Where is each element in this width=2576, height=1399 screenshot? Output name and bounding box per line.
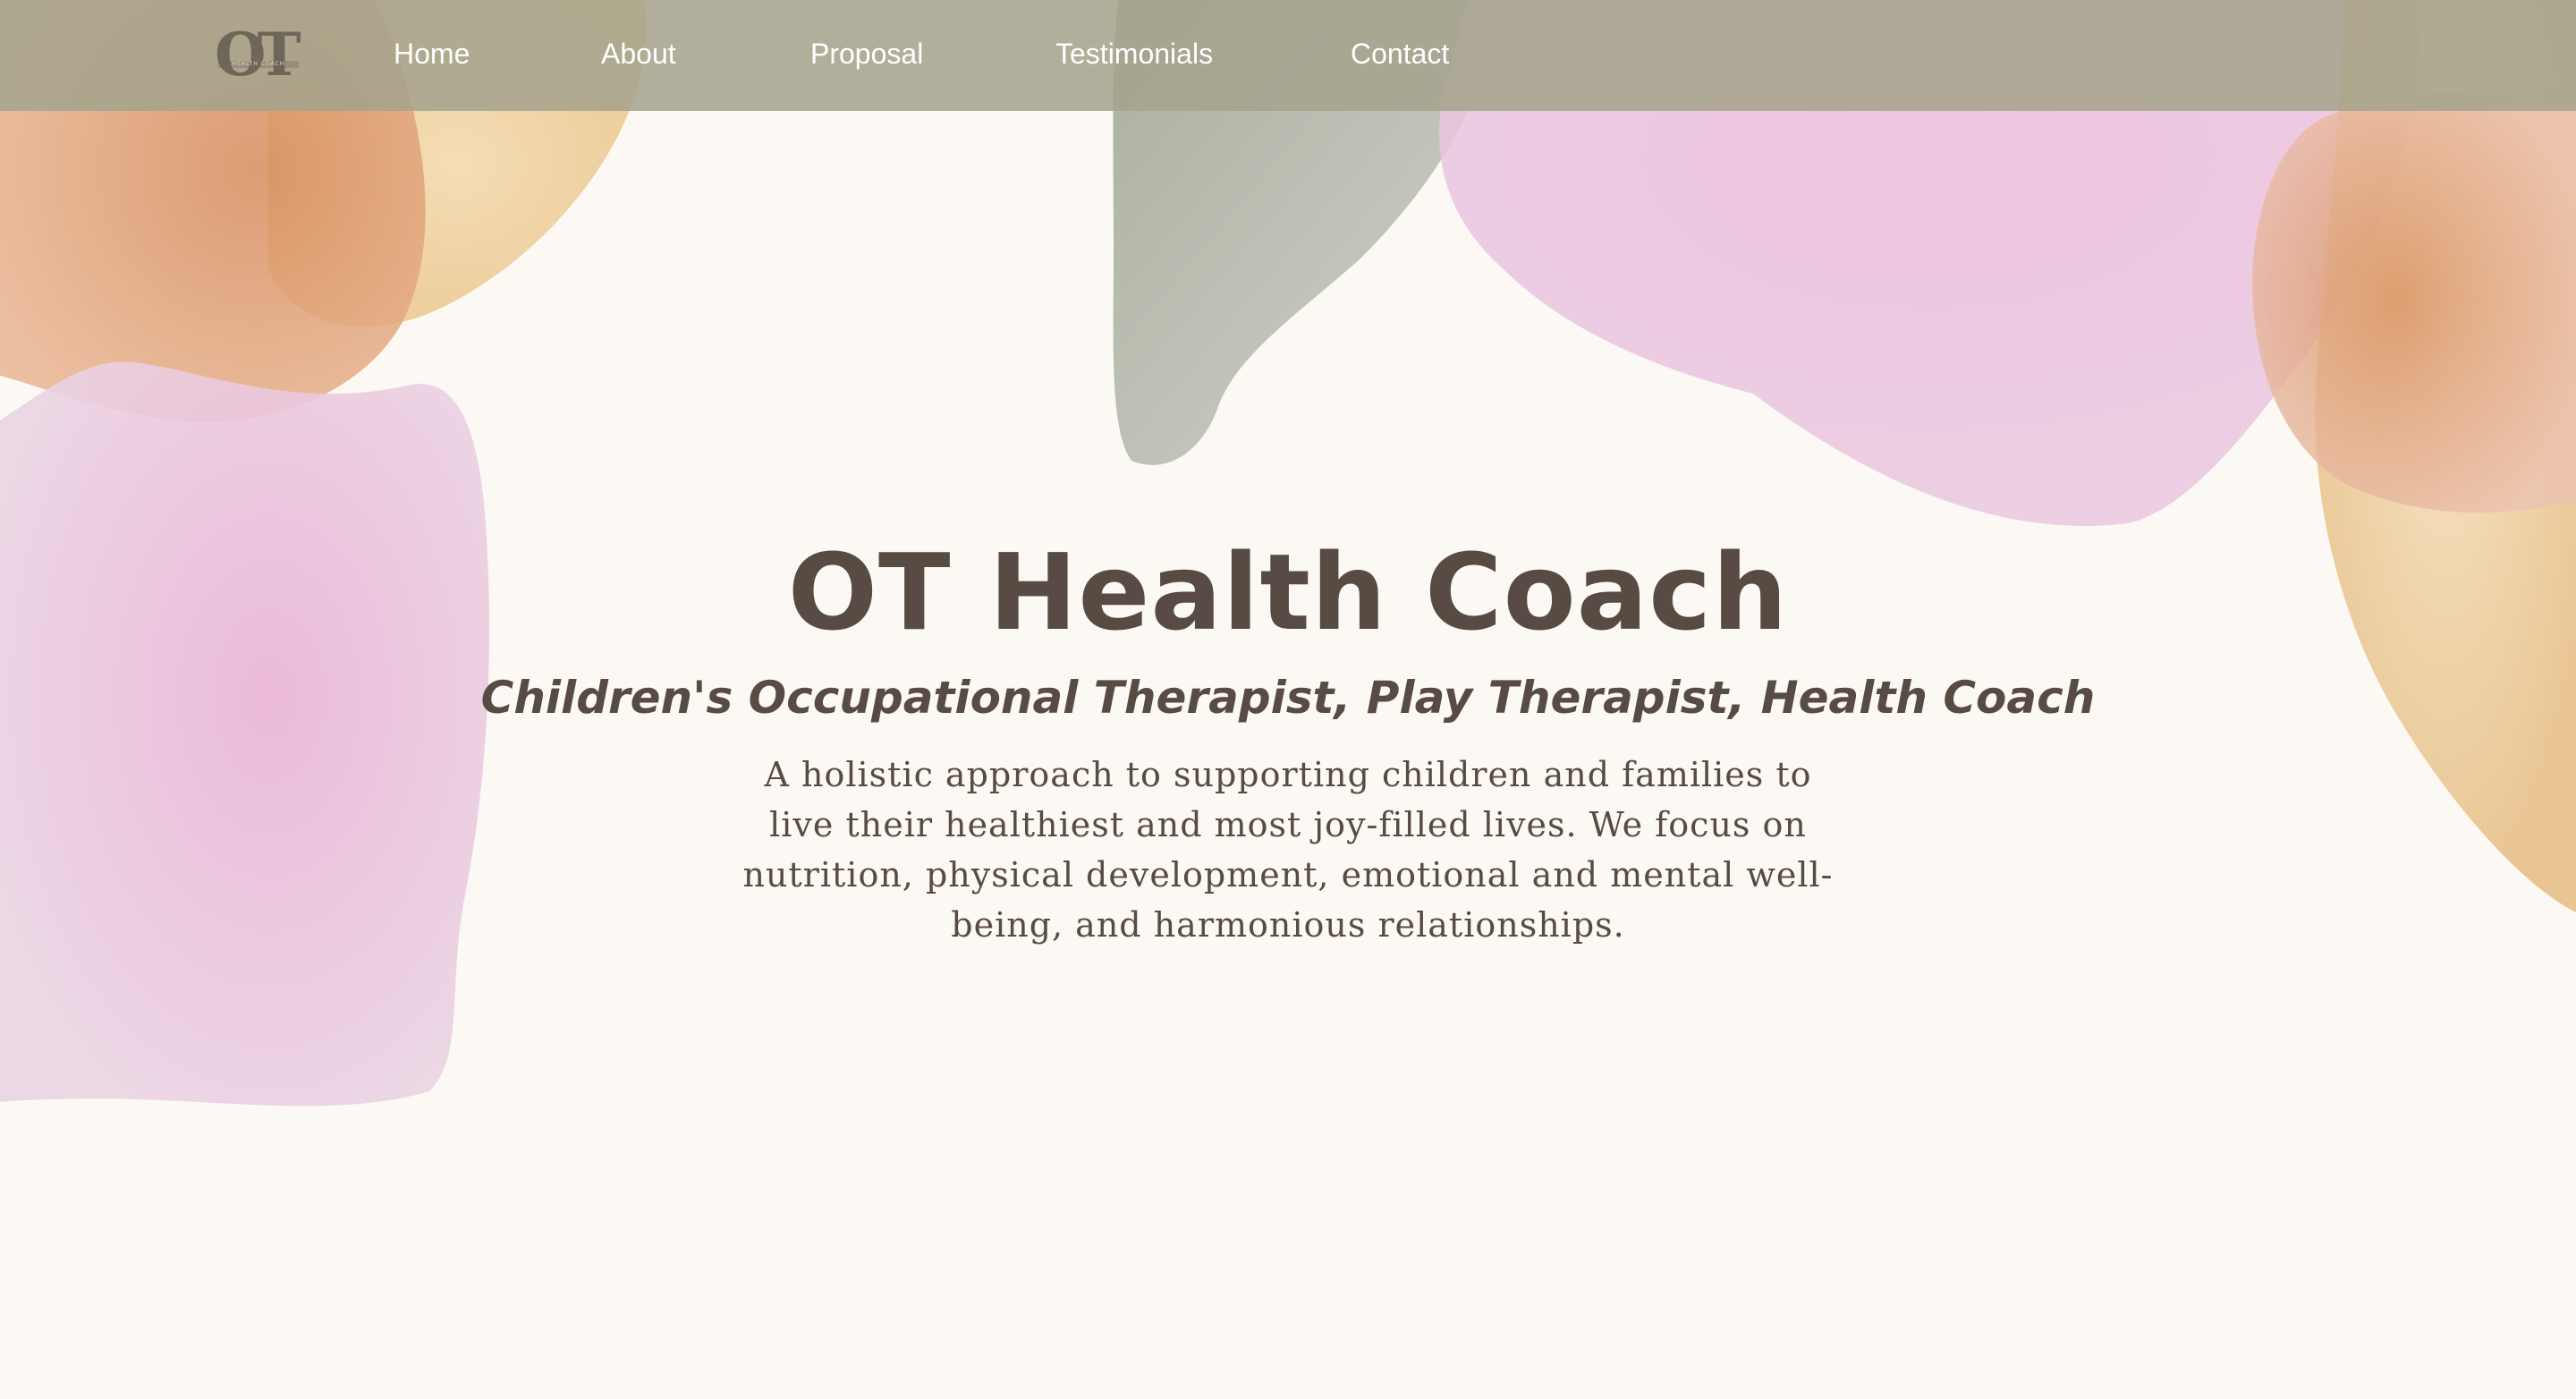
hero-description: A holistic approach to supporting childr… [742,755,1834,945]
nav-link-about[interactable]: About [601,34,676,73]
logo-letters: OT [215,20,301,89]
hero-title: OT Health Coach [787,530,1789,655]
hero-subtitle: Children's Occupational Therapist, Play … [480,671,2096,724]
top-navbar: OT HEALTH COACH Home About Proposal Test… [0,0,2576,111]
logo-subtext: HEALTH COACH [218,61,299,68]
nav-link-testimonials[interactable]: Testimonials [1055,34,1213,73]
logo[interactable]: OT HEALTH COACH [215,25,302,84]
page: OT HEALTH COACH Home About Proposal Test… [0,0,2576,1399]
nav-link-proposal[interactable]: Proposal [810,34,923,73]
nav-link-home[interactable]: Home [394,34,470,73]
nav-link-contact[interactable]: Contact [1351,34,1449,73]
